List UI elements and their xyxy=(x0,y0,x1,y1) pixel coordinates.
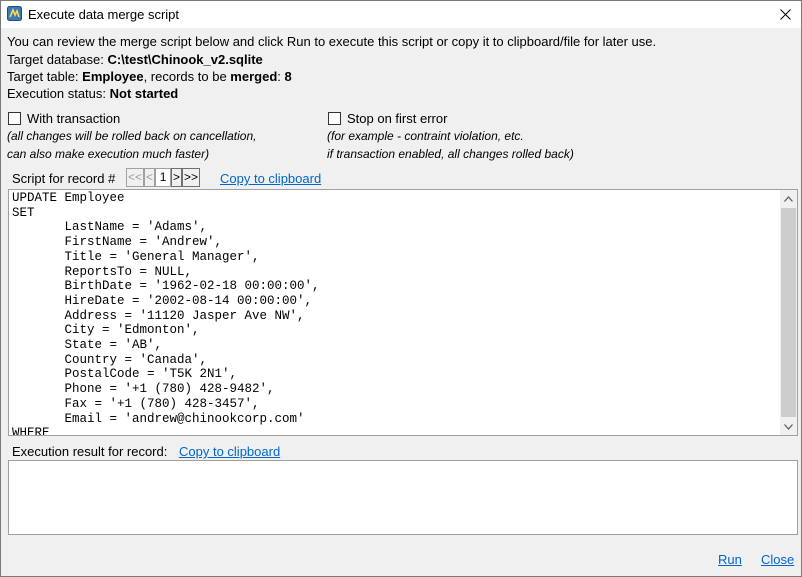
script-line: BirthDate = '1962-02-18 00:00:00', xyxy=(12,279,320,294)
chevron-down-icon xyxy=(784,423,793,430)
records-label: , records to be xyxy=(143,69,231,84)
stop-on-error-checkbox[interactable] xyxy=(328,112,341,125)
script-line: HireDate = '2002-08-14 00:00:00', xyxy=(12,293,313,308)
execution-status-line: Execution status: Not started xyxy=(7,86,178,101)
script-record-label: Script for record # xyxy=(12,171,116,186)
script-line: Phone = '+1 (780) 428-9482', xyxy=(12,382,275,397)
script-line: ReportsTo = NULL, xyxy=(12,264,193,279)
scroll-up-button[interactable] xyxy=(780,190,797,207)
stop-on-error-note-1: (for example - contraint violation, etc. xyxy=(327,129,524,143)
target-table-label: Target table: xyxy=(7,69,83,84)
copy-script-link[interactable]: Copy to clipboard xyxy=(220,171,321,186)
merge-dialog: Execute data merge script You can review… xyxy=(0,0,802,577)
target-database-value: C:\test\Chinook_v2.sqlite xyxy=(107,52,263,67)
script-line: FirstName = 'Andrew', xyxy=(12,235,223,250)
prev-record-button[interactable]: < xyxy=(144,168,156,187)
stop-on-error-label[interactable]: Stop on first error xyxy=(347,111,447,126)
stop-on-error-note-2: if transaction enabled, all changes roll… xyxy=(327,147,574,161)
run-button[interactable]: Run xyxy=(718,552,742,567)
title-bar: Execute data merge script xyxy=(1,1,801,28)
next-record-button[interactable]: > xyxy=(171,168,183,187)
close-window-button[interactable] xyxy=(769,1,801,28)
script-line: LastName = 'Adams', xyxy=(12,220,208,235)
script-editor[interactable]: UPDATE Employee SET LastName = 'Adams', F… xyxy=(8,189,798,436)
script-line: Country = 'Canada', xyxy=(12,352,208,367)
script-line: Title = 'General Manager', xyxy=(12,249,260,264)
script-line: Fax = '+1 (780) 428-3457', xyxy=(12,396,260,411)
last-record-button[interactable]: >> xyxy=(182,168,201,187)
script-line: State = 'AB', xyxy=(12,338,163,353)
app-icon xyxy=(7,6,22,21)
target-database-label: Target database: xyxy=(7,52,108,67)
with-transaction-note-2: can also make execution much faster) xyxy=(7,147,210,161)
close-button[interactable]: Close xyxy=(761,552,794,567)
script-line: WHERE xyxy=(12,426,50,436)
execution-status-value: Not started xyxy=(109,86,179,101)
first-record-button[interactable]: << xyxy=(126,168,145,187)
script-line: Email = 'andrew@chinookcorp.com' xyxy=(12,411,305,426)
script-line: UPDATE Employee xyxy=(12,191,125,205)
with-transaction-note-1: (all changes will be rolled back on canc… xyxy=(7,129,257,143)
scroll-thumb[interactable] xyxy=(781,208,796,417)
copy-result-link[interactable]: Copy to clipboard xyxy=(179,444,280,459)
script-line: PostalCode = 'T5K 2N1', xyxy=(12,367,238,382)
execution-result-label: Execution result for record: xyxy=(12,444,168,459)
record-navigator: << < 1 > >> xyxy=(126,168,201,187)
script-line: City = 'Edmonton', xyxy=(12,323,200,338)
script-line: Address = '11120 Jasper Ave NW', xyxy=(12,308,305,323)
execution-status-label: Execution status: xyxy=(7,86,110,101)
records-colon: : xyxy=(277,69,285,84)
records-bold-word: merged xyxy=(230,69,278,84)
script-line: SET xyxy=(12,205,35,220)
scroll-down-button[interactable] xyxy=(780,418,797,435)
target-table-line: Target table: Employee, records to be me… xyxy=(7,69,292,84)
editor-scrollbar[interactable] xyxy=(780,190,797,435)
intro-text: You can review the merge script below an… xyxy=(7,34,657,49)
records-count: 8 xyxy=(284,69,292,84)
with-transaction-checkbox[interactable] xyxy=(8,112,21,125)
chevron-up-icon xyxy=(784,195,793,202)
record-number[interactable]: 1 xyxy=(155,168,172,187)
execution-result-box[interactable] xyxy=(8,460,798,535)
with-transaction-label[interactable]: With transaction xyxy=(27,111,120,126)
close-icon xyxy=(779,9,791,20)
window-title: Execute data merge script xyxy=(28,7,180,22)
script-text[interactable]: UPDATE Employee SET LastName = 'Adams', F… xyxy=(12,191,776,436)
target-database-line: Target database: C:\test\Chinook_v2.sqli… xyxy=(7,52,263,67)
target-table-value: Employee xyxy=(82,69,144,84)
